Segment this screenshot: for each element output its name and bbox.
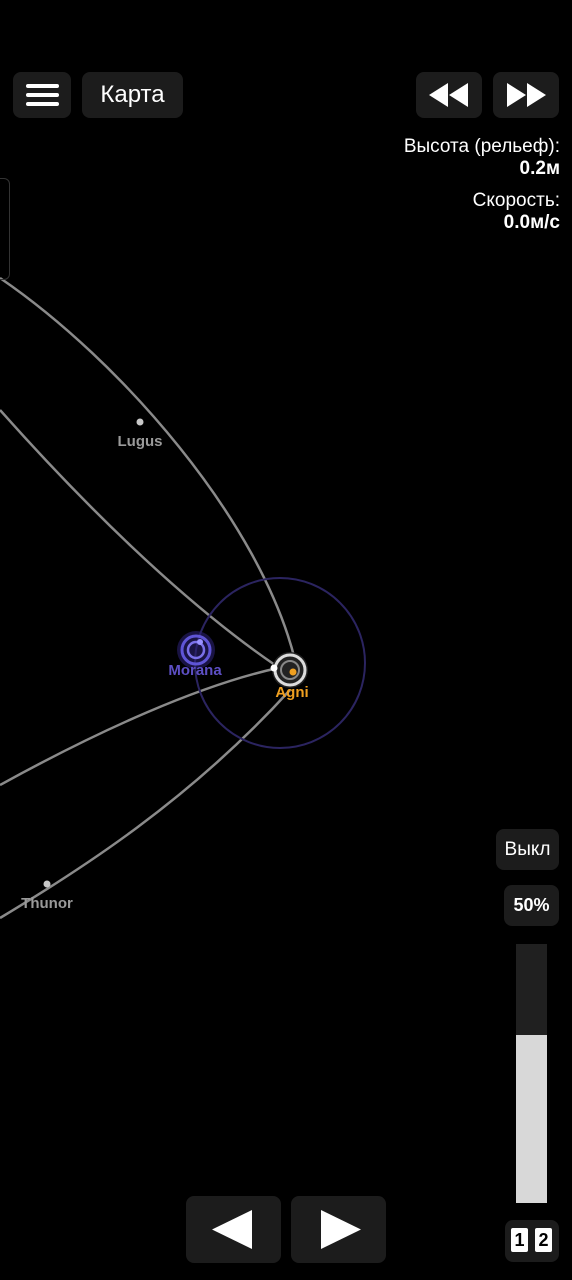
off-button[interactable]: Выкл <box>496 829 559 870</box>
side-panel-handle[interactable] <box>0 178 10 280</box>
map-button[interactable]: Карта <box>82 72 183 118</box>
throttle-fill <box>516 1034 547 1203</box>
rewind-button[interactable] <box>416 72 482 118</box>
altitude-readout: Высота (рельеф): 0.2м <box>404 136 560 180</box>
throttle-percent: 50% <box>504 885 559 926</box>
arrow-left-icon <box>212 1210 252 1249</box>
orbit-ship <box>0 666 279 787</box>
arrow-right-icon <box>321 1210 361 1249</box>
previous-button[interactable] <box>186 1196 281 1263</box>
lugus-label: Lugus <box>118 433 163 450</box>
page-selector[interactable]: 1 2 <box>505 1220 559 1262</box>
speed-readout: Скорость: 0.0м/с <box>473 190 560 234</box>
fast-forward-button[interactable] <box>493 72 559 118</box>
agni-marker[interactable] <box>270 652 309 688</box>
fast-forward-icon <box>507 83 546 107</box>
page-2-button[interactable]: 2 <box>535 1228 552 1252</box>
orbit-thunor <box>0 689 291 920</box>
speed-label: Скорость: <box>472 190 560 211</box>
thunor-label: Thunor <box>21 895 73 912</box>
speed-value: 0.0м/с <box>503 212 560 233</box>
next-button[interactable] <box>291 1196 386 1263</box>
orbit-lugus <box>0 276 297 661</box>
thunor-marker[interactable] <box>43 880 51 888</box>
agni-label: Agni <box>275 684 308 701</box>
altitude-value: 0.2м <box>519 158 560 179</box>
menu-button[interactable] <box>13 72 71 118</box>
morana-label: Morana <box>168 662 222 679</box>
rewind-icon <box>429 83 468 107</box>
page-1-button[interactable]: 1 <box>511 1228 528 1252</box>
throttle-slider[interactable] <box>516 944 547 1203</box>
lugus-marker[interactable] <box>136 418 144 426</box>
altitude-label: Высота (рельеф): <box>403 136 560 157</box>
